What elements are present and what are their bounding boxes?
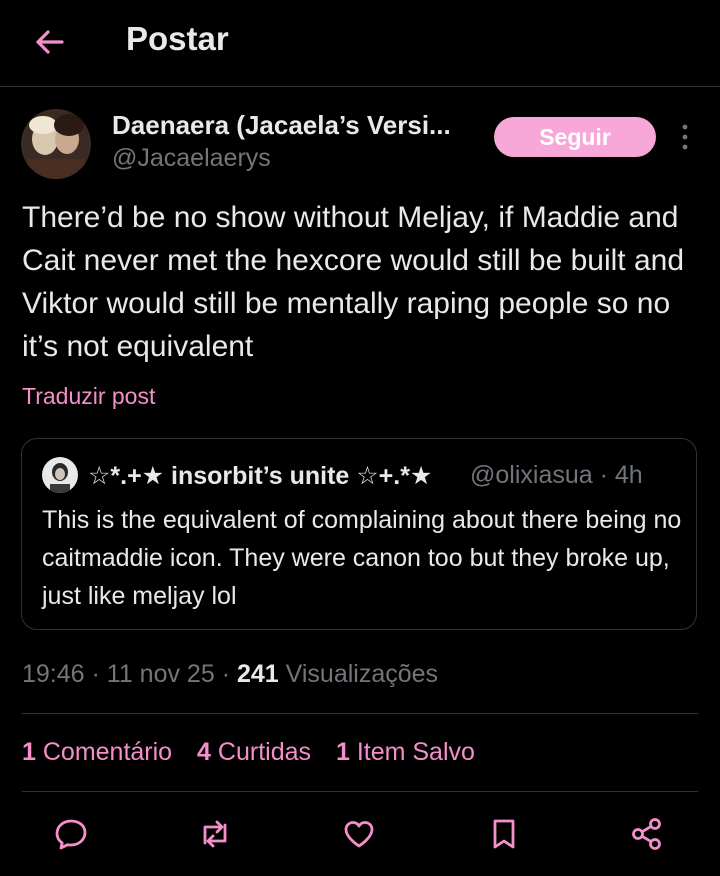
likes-stat[interactable]: 4 Curtidas [197, 738, 311, 766]
quoted-post[interactable]: ☆*.+★ insorbit’s unite ☆+.*★ @olixiasua … [21, 438, 697, 630]
reply-button[interactable] [51, 812, 91, 856]
likes-count: 4 [197, 738, 211, 766]
share-icon [632, 818, 661, 850]
author-avatar[interactable] [21, 109, 91, 179]
comment-icon [55, 819, 87, 850]
quoted-author-name: ☆*.+★ insorbit’s unite ☆+.*★ [88, 462, 433, 490]
comments-label: Comentário [42, 738, 173, 766]
post-metadata: 19:46 · 11 nov 25 · 241 Visualizações [22, 660, 439, 688]
views-label: Visualizações [285, 660, 439, 688]
top-bar: Postar [0, 0, 720, 87]
heart-icon [344, 821, 374, 848]
divider [22, 791, 698, 792]
saves-label: Item Salvo [356, 738, 475, 766]
quoted-post-age: 4h [614, 461, 643, 489]
share-button[interactable] [627, 812, 667, 856]
post-text: There’d be no show without Meljay, if Ma… [22, 201, 685, 363]
saves-stat[interactable]: 1 Item Salvo [336, 738, 475, 766]
author-handle[interactable]: @Jacaelaerys [112, 144, 271, 173]
translate-post-link[interactable]: Traduzir post [22, 383, 155, 410]
divider [22, 713, 698, 714]
follow-button[interactable]: Seguir [494, 117, 656, 157]
repost-icon [203, 820, 227, 848]
page-title: Postar [126, 20, 229, 57]
saves-count: 1 [335, 738, 350, 766]
back-button[interactable] [32, 24, 68, 60]
quoted-author-avatar [42, 457, 78, 493]
repost-button[interactable] [195, 812, 235, 856]
like-button[interactable] [339, 812, 379, 856]
comments-count: 1 [22, 738, 36, 766]
post-date: 11 nov 25 [106, 660, 215, 688]
engagement-stats: 1 Comentário 4 Curtidas 1 Item Salvo [22, 738, 475, 767]
more-options-button[interactable] [676, 121, 694, 153]
author-name[interactable]: Daenaera (Jacaela’s Versi... [112, 110, 451, 141]
more-vertical-icon [682, 124, 688, 150]
comments-stat[interactable]: 1 Comentário [22, 738, 172, 766]
quoted-author-handle: @olixiasua [470, 461, 593, 489]
likes-label: Curtidas [217, 738, 311, 766]
quoted-post-text: This is the equivalent of complaining ab… [42, 506, 682, 610]
quoted-author-meta: @olixiasua · 4h [470, 461, 643, 489]
views-count: 241 [236, 660, 279, 688]
post-time: 19:46 [22, 660, 85, 688]
bookmark-button[interactable] [484, 812, 524, 856]
arrow-left-icon [36, 30, 64, 54]
bookmark-icon [493, 819, 515, 849]
